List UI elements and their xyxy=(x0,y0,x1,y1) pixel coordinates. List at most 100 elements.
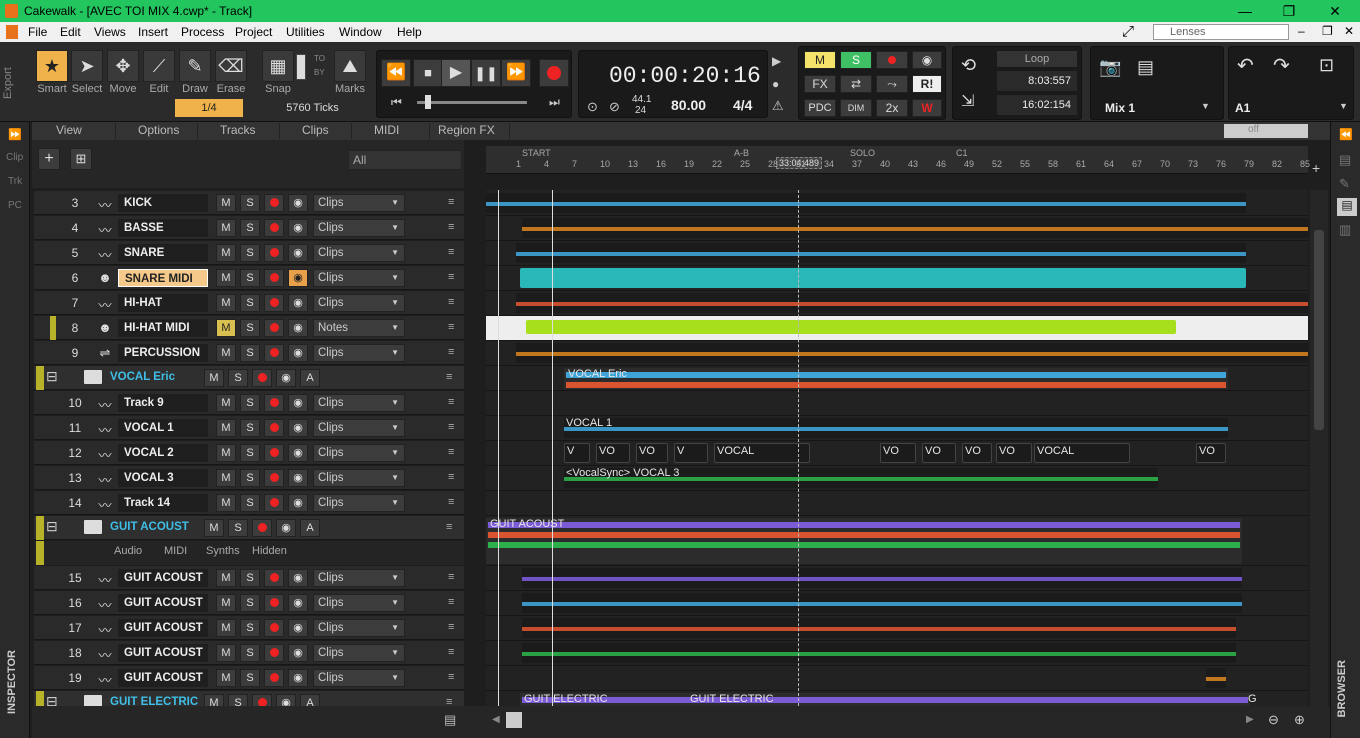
track-row[interactable]: 12 〰 VOCAL 2 M S ◉ Clips ≡ xyxy=(34,441,464,465)
track-name[interactable]: BASSE xyxy=(118,219,208,237)
folder-collapse-icon[interactable]: ⊟ xyxy=(46,518,58,535)
edit-filter-dropdown[interactable]: Notes xyxy=(313,319,405,337)
solo-button[interactable]: S xyxy=(240,494,260,512)
track-row[interactable]: 17 〰 GUIT ACOUST M S ◉ Clips ≡ xyxy=(34,616,464,640)
trk-tab[interactable]: Trk xyxy=(8,176,22,187)
menu-insert[interactable]: Insert xyxy=(138,25,168,39)
select-tool-icon[interactable]: ➤ xyxy=(71,50,103,82)
marker-solo[interactable]: SOLO xyxy=(850,148,875,158)
vertical-scrollbar[interactable] xyxy=(1310,190,1328,706)
track-name[interactable]: GUIT ACOUST xyxy=(118,619,208,637)
timeline-cursor[interactable] xyxy=(498,190,499,706)
track-menu-icon[interactable]: ≡ xyxy=(448,671,454,683)
solo-button[interactable]: S xyxy=(240,244,260,262)
input-echo-icon[interactable]: ◉ xyxy=(288,419,308,437)
track-name[interactable]: HI-HAT MIDI xyxy=(118,319,208,337)
folder-name[interactable]: GUIT ACOUST xyxy=(110,521,189,533)
clip-lane[interactable]: VOCAL 1 xyxy=(486,416,1308,441)
loop-end[interactable]: 16:02:154 xyxy=(997,95,1077,115)
clip-lane[interactable] xyxy=(486,191,1308,216)
edit-filter-dropdown[interactable]: Clips xyxy=(313,269,405,287)
solo-button[interactable]: S xyxy=(240,344,260,362)
folder-menu-icon[interactable]: ≡ xyxy=(446,521,452,533)
input-echo-icon[interactable]: ◉ xyxy=(288,469,308,487)
track-row[interactable]: 19 〰 GUIT ACOUST M S ◉ Clips ≡ xyxy=(34,666,464,690)
dim-button[interactable]: DIM xyxy=(840,99,872,117)
track-row[interactable]: 13 〰 VOCAL 3 M S ◉ Clips ≡ xyxy=(34,466,464,490)
track-name[interactable]: VOCAL 2 xyxy=(118,444,208,462)
track-menu-icon[interactable]: ≡ xyxy=(448,346,454,358)
pen-icon[interactable]: ✎ xyxy=(1339,176,1350,192)
track-pane-toggle-icon[interactable]: ▤ xyxy=(444,712,456,728)
mix-dropdown-icon[interactable]: ▼ xyxy=(1201,101,1210,111)
edit-tool-icon[interactable]: ⟋ xyxy=(143,50,175,82)
folder-echo-icon[interactable]: ◉ xyxy=(276,694,296,706)
play-small-icon[interactable]: ▶ xyxy=(772,54,781,68)
expand-panel-icon[interactable]: ⊡ xyxy=(1319,55,1334,76)
snap-grid-icon[interactable]: ▦ xyxy=(262,50,294,82)
mute-button[interactable]: M xyxy=(216,594,236,612)
folder-echo-icon[interactable]: ◉ xyxy=(276,519,296,537)
track-menu-icon[interactable]: ≡ xyxy=(448,221,454,233)
audio-clip[interactable]: VO xyxy=(962,443,992,463)
metronome-mode-icon[interactable]: ⚠ xyxy=(772,98,784,114)
clip-lane[interactable]: <VocalSync> VOCAL 3 xyxy=(486,466,1308,491)
track-name[interactable]: GUIT ACOUST xyxy=(118,644,208,662)
audio-clip[interactable]: VOCAL xyxy=(714,443,810,463)
mute-button[interactable]: M xyxy=(216,494,236,512)
input-echo-icon[interactable]: ◉ xyxy=(288,644,308,662)
clip-browser-icon[interactable]: ▥ xyxy=(1339,222,1351,238)
track-menu-icon[interactable]: ≡ xyxy=(448,246,454,258)
draw-tool-icon[interactable]: ✎ xyxy=(179,50,211,82)
smart-tool-icon[interactable]: ★ xyxy=(36,50,68,82)
midi-notes-clip[interactable] xyxy=(526,320,1176,334)
input-echo-icon[interactable]: ◉ xyxy=(288,444,308,462)
track-row[interactable]: 11 〰 VOCAL 1 M S ◉ Clips ≡ xyxy=(34,416,464,440)
folder-mute-button[interactable]: M xyxy=(204,694,224,706)
screenset-name[interactable]: A1 xyxy=(1235,101,1250,115)
horizontal-scroll-thumb[interactable] xyxy=(506,712,522,728)
folder-echo-icon[interactable]: ◉ xyxy=(276,369,296,387)
now-slider[interactable] xyxy=(417,101,527,104)
record-arm-button[interactable] xyxy=(264,444,284,462)
folder-tab[interactable]: MIDI xyxy=(164,545,187,557)
track-name[interactable]: SNARE xyxy=(118,244,208,262)
solo-button[interactable]: S xyxy=(240,644,260,662)
export-tab[interactable]: Export xyxy=(2,48,24,118)
mute-button[interactable]: M xyxy=(216,569,236,587)
camera-icon[interactable]: 📷 xyxy=(1099,57,1121,78)
folder-name[interactable]: VOCAL Eric xyxy=(110,371,175,383)
metronome-icon[interactable]: ⊙ xyxy=(587,99,598,115)
track-menu-icon[interactable]: ≡ xyxy=(448,421,454,433)
folder-arm-button[interactable] xyxy=(252,694,272,706)
menu-file[interactable]: File xyxy=(28,25,47,39)
pause-button[interactable]: ❚❚ xyxy=(471,59,501,87)
midi-menu[interactable]: MIDI xyxy=(352,123,430,139)
folder-solo-button[interactable]: S xyxy=(228,694,248,706)
mute-button[interactable]: M xyxy=(216,344,236,362)
edit-filter-dropdown[interactable]: Clips xyxy=(313,569,405,587)
input-echo-icon[interactable]: ◉ xyxy=(288,194,308,212)
erase-tool-icon[interactable]: ⌫ xyxy=(215,50,247,82)
clip-lane[interactable]: V VO VO V VOCAL VO VO VO VO VOCAL VO xyxy=(486,441,1308,466)
doc-close-button[interactable]: ✕ xyxy=(1344,24,1354,38)
menu-edit[interactable]: Edit xyxy=(60,25,81,39)
clips-menu[interactable]: Clips xyxy=(280,123,352,139)
snap-toggle[interactable] xyxy=(296,54,306,80)
track-name[interactable]: GUIT ACOUST xyxy=(118,569,208,587)
solo-button[interactable]: S xyxy=(240,419,260,437)
mute-button[interactable]: M xyxy=(216,244,236,262)
track-menu-icon[interactable]: ≡ xyxy=(448,621,454,633)
folder-arm-button[interactable] xyxy=(252,369,272,387)
read-button[interactable]: R! xyxy=(912,75,942,93)
track-row[interactable]: 14 〰 Track 14 M S ◉ Clips ≡ xyxy=(34,491,464,515)
now-time[interactable]: 00:00:20:16 xyxy=(609,63,761,89)
input-echo-icon[interactable]: ◉ xyxy=(288,219,308,237)
folder-tab[interactable]: Audio xyxy=(114,545,142,557)
punch-icon[interactable]: ⇲ xyxy=(961,91,974,111)
input-echo-icon[interactable]: ◉ xyxy=(288,294,308,312)
menu-views[interactable]: Views xyxy=(94,25,126,39)
notes-icon[interactable]: ▤ xyxy=(1337,198,1357,216)
folder-menu-icon[interactable]: ≡ xyxy=(446,371,452,383)
expand-icon[interactable]: ⤢ xyxy=(1122,23,1134,40)
